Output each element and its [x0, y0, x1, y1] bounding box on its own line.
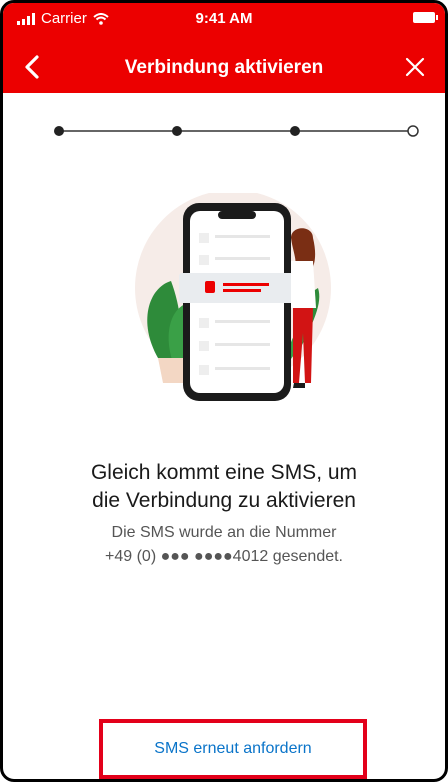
- close-icon[interactable]: [403, 55, 427, 79]
- header-bar: Carrier 9:41 AM Verbindung aktivieren: [3, 3, 445, 93]
- step-dot-1: [54, 126, 64, 136]
- step-dot-2: [172, 126, 182, 136]
- resend-highlight: SMS erneut anfordern: [99, 719, 367, 779]
- battery-icon: [413, 12, 438, 23]
- resend-sms-button[interactable]: SMS erneut anfordern: [154, 740, 311, 758]
- sms-info-line-1: Die SMS wurde an die Nummer: [111, 524, 337, 541]
- step-dot-3: [290, 126, 300, 136]
- nav-bar: Verbindung aktivieren: [3, 43, 445, 93]
- headline-line-2: die Verbindung zu aktivieren: [92, 489, 356, 512]
- headline: Gleich kommt eine SMS, um die Verbindung…: [27, 459, 421, 515]
- step-progress: [54, 125, 419, 137]
- sms-info: Die SMS wurde an die Nummer +49 (0) ●●● …: [27, 521, 421, 569]
- sms-info-line-2: +49 (0) ●●● ●●●●4012 gesendet.: [105, 548, 343, 565]
- headline-line-1: Gleich kommt eine SMS, um: [90, 461, 358, 484]
- status-time: 9:41 AM: [195, 10, 253, 27]
- phone-frame: Carrier 9:41 AM Verbindung aktivieren Gl…: [0, 0, 448, 782]
- status-bar: Carrier 9:41 AM: [3, 3, 445, 33]
- page-title: Verbindung aktivieren: [124, 57, 324, 78]
- step-dot-4: [407, 125, 419, 137]
- sms-illustration: [135, 193, 331, 401]
